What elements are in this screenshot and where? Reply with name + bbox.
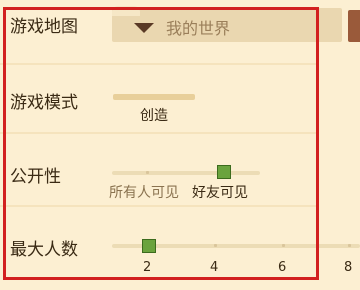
- game-mode-bar[interactable]: [113, 94, 195, 100]
- slider-tick: [146, 171, 149, 174]
- visibility-label: 公开性: [10, 167, 61, 187]
- game-mode-value: 创造: [140, 108, 168, 124]
- row-divider: [0, 63, 318, 65]
- row-divider: [0, 205, 318, 207]
- slider-tick: [348, 244, 351, 247]
- game-map-dropdown[interactable]: 我的世界: [112, 6, 342, 42]
- game-map-value: 我的世界: [166, 19, 231, 38]
- dropdown-tab: [112, 6, 140, 16]
- game-map-label: 游戏地图: [10, 17, 78, 37]
- visibility-option-everyone[interactable]: 所有人可见: [109, 182, 179, 202]
- max-players-tick-6: 6: [278, 260, 287, 275]
- slider-tick: [214, 244, 217, 247]
- visibility-slider-track[interactable]: [112, 171, 260, 175]
- visibility-option-friends[interactable]: 好友可见: [192, 182, 248, 202]
- max-players-tick-2: 2: [143, 260, 152, 275]
- side-button[interactable]: [348, 10, 360, 42]
- game-mode-label: 游戏模式: [10, 93, 78, 113]
- max-players-slider-thumb[interactable]: [142, 239, 156, 253]
- slider-tick: [282, 244, 285, 247]
- chevron-down-icon: [134, 23, 154, 33]
- max-players-label: 最大人数: [10, 240, 78, 260]
- row-divider: [0, 132, 318, 134]
- visibility-slider-thumb[interactable]: [217, 165, 231, 179]
- max-players-tick-4: 4: [210, 260, 219, 275]
- max-players-tick-8: 8: [344, 260, 353, 275]
